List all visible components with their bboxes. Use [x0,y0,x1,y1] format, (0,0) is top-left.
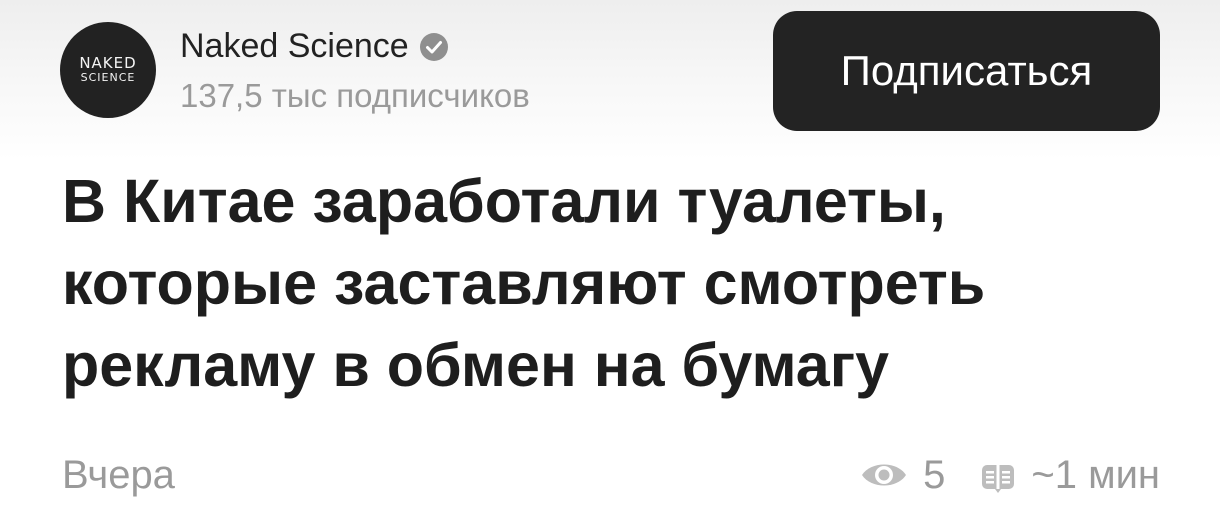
article-stats: 5 ~1 мин [859,450,1160,500]
channel-name-row[interactable]: Naked Science [180,26,449,66]
avatar-logo-line1: NAKED [79,54,137,72]
view-count: 5 [923,452,946,497]
title-line: В Китае заработали туалеты, [62,167,946,235]
channel-name[interactable]: Naked Science [180,26,409,66]
book-icon [981,459,1015,493]
channel-header: NAKED SCIENCE Naked Science 137,5 тыс по… [0,0,1220,150]
channel-avatar[interactable]: NAKED SCIENCE [60,22,156,118]
article-meta: Вчера 5 ~1 мин [0,438,1220,508]
verified-check-icon [419,31,449,61]
avatar-logo-line2: SCIENCE [80,71,136,84]
read-time: ~1 мин [1031,452,1160,497]
publish-date: Вчера [62,453,175,497]
eye-icon [859,457,909,493]
title-line: которые заставляют смотреть [62,249,986,317]
article-title[interactable]: В Китае заработали туалеты, которые заст… [62,160,1172,406]
subscribe-button[interactable]: Подписаться [773,11,1160,131]
subscriber-count: 137,5 тыс подписчиков [180,77,530,114]
title-line: рекламу в обмен на бумагу [62,331,890,399]
